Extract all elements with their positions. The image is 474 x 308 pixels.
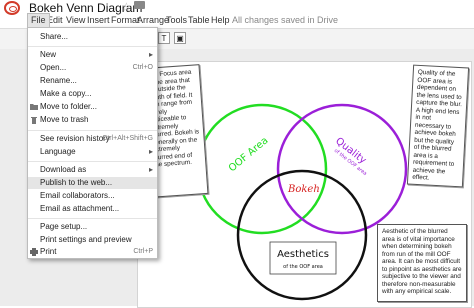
submenu-arrow-icon: ▸	[148, 50, 153, 59]
menu-item-rename[interactable]: Rename...	[28, 75, 157, 87]
trash-icon	[31, 117, 37, 124]
quality-circle[interactable]	[276, 103, 408, 235]
menu-item-open[interactable]: Open... Ctrl+O	[28, 62, 157, 74]
submenu-arrow-icon: ▸	[148, 147, 153, 156]
menu-item-print-settings[interactable]: Print settings and preview	[28, 234, 157, 246]
menu-table[interactable]: Table	[188, 15, 210, 25]
menu-item-new[interactable]: New ▸	[28, 49, 157, 61]
menu-item-move-to-folder[interactable]: Move to folder...	[28, 101, 157, 113]
menu-item-page-setup[interactable]: Page setup...	[28, 221, 157, 233]
menu-view[interactable]: View	[66, 15, 85, 25]
star-icon[interactable]: ☆	[121, 0, 132, 14]
menu-separator	[28, 161, 157, 162]
aesthetics-label: Aesthetics	[277, 249, 329, 260]
menu-item-publish[interactable]: Publish to the web...	[28, 177, 157, 189]
menu-tools[interactable]: Tools	[166, 15, 187, 25]
note-aesthetics[interactable]: Aesthetic of the blurred area is of vita…	[377, 224, 467, 302]
save-status: All changes saved in Drive	[232, 15, 339, 25]
oof-area-label: OOF Area	[227, 135, 271, 174]
aesthetics-sublabel: of the OOF area	[283, 264, 323, 270]
note-quality[interactable]: Quality of the OOF area is dependent on …	[406, 64, 470, 188]
submenu-arrow-icon: ▸	[148, 165, 153, 174]
menu-item-download-as[interactable]: Download as ▸	[28, 164, 157, 176]
menu-file[interactable]: File	[27, 13, 50, 27]
menu-item-share[interactable]: Share...	[28, 31, 157, 43]
oof-area-circle[interactable]	[196, 103, 328, 235]
menu-separator	[28, 46, 157, 47]
printer-icon	[30, 248, 38, 256]
title-bar: Bokeh Venn Diagram ☆	[0, 0, 474, 15]
menu-help[interactable]: Help	[211, 15, 230, 25]
folder-icon[interactable]	[134, 1, 145, 9]
file-menu-dropdown: Share... New ▸ Open... Ctrl+O Rename... Ma…	[27, 27, 158, 259]
menu-format[interactable]: Format	[111, 15, 140, 25]
menu-item-print[interactable]: Print Ctrl+P	[28, 246, 157, 258]
menu-item-language[interactable]: Language ▸	[28, 146, 157, 158]
menu-item-email-attachment[interactable]: Email as attachment...	[28, 203, 157, 215]
menu-item-move-to-trash[interactable]: Move to trash	[28, 114, 157, 126]
menu-item-revision-history[interactable]: See revision history Ctrl+Alt+Shift+G	[28, 133, 157, 145]
menu-separator	[28, 130, 157, 131]
folder-icon	[30, 104, 38, 110]
image-icon[interactable]: ▣	[174, 32, 186, 44]
menu-item-email-collaborators[interactable]: Email collaborators...	[28, 190, 157, 202]
menu-arrange[interactable]: Arrange	[137, 15, 169, 25]
text-box-icon[interactable]: T	[158, 32, 170, 44]
menu-item-make-copy[interactable]: Make a copy...	[28, 88, 157, 100]
menu-insert[interactable]: Insert	[87, 15, 110, 25]
drawing-page[interactable]: OOF Area Quality of the OOF area Bokeh A…	[137, 61, 472, 308]
bokeh-center-label: Bokeh	[287, 184, 320, 195]
menu-separator	[28, 218, 157, 219]
